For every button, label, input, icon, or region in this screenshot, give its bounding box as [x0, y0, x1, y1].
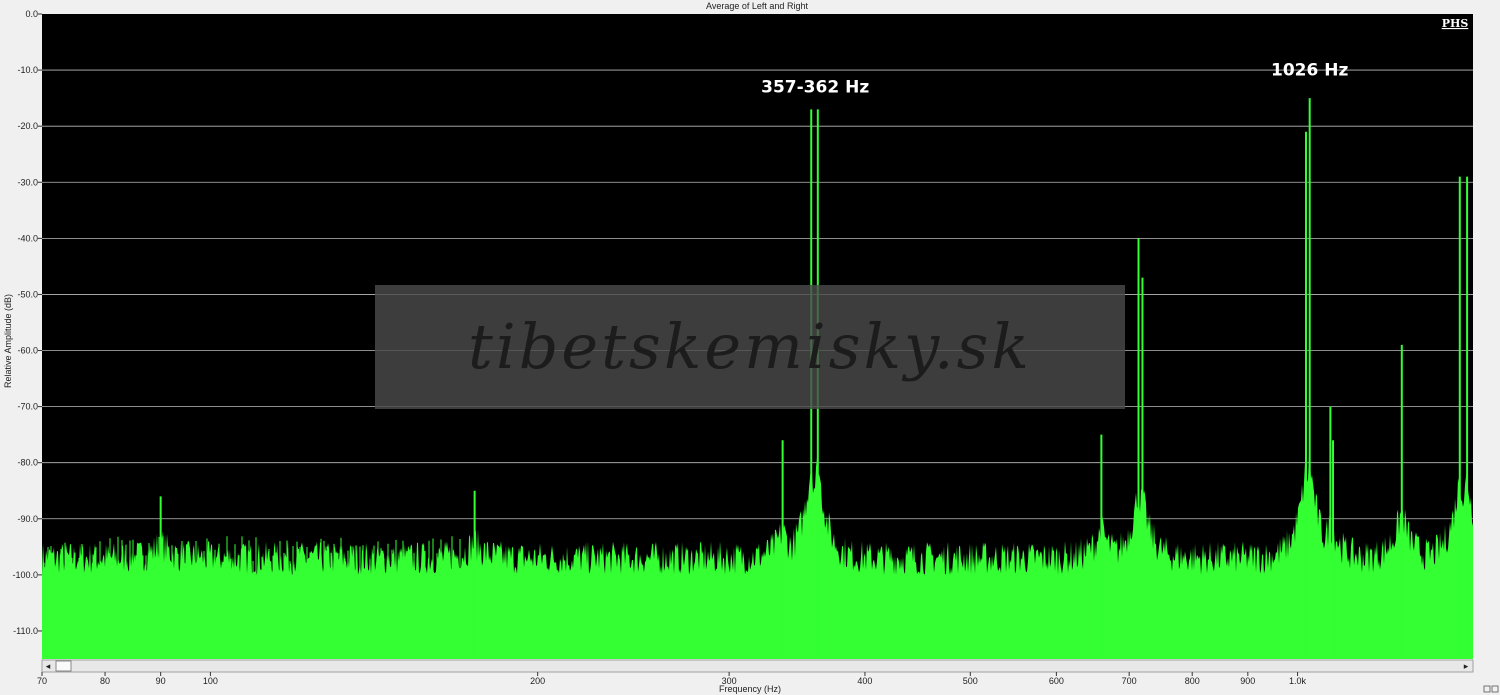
x-tick-label: 500: [963, 676, 978, 686]
y-tick-label: -70.0: [17, 402, 38, 412]
x-tick-label: 80: [100, 676, 110, 686]
y-tick-label: -80.0: [17, 458, 38, 468]
y-axis-title: Relative Amplitude (dB): [3, 294, 13, 388]
x-tick-label: 90: [156, 676, 166, 686]
x-tick-label: 1.0k: [1289, 676, 1307, 686]
y-axis-ticks: 0.0 -10.0 -20.0 -30.0 -40.0 -50.0 -60.0 -70.0 -8…: [12, 9, 42, 636]
y-tick-label: -90.0: [17, 514, 38, 524]
x-axis-title: Frequency (Hz): [719, 684, 781, 694]
x-tick-label: 100: [203, 676, 218, 686]
peak-annotation-label: 357-362 Hz: [761, 78, 869, 98]
y-tick-label: -30.0: [17, 177, 38, 187]
y-tick-label: -100.0: [12, 570, 38, 580]
y-tick-label: -50.0: [17, 289, 38, 299]
y-tick-label: -40.0: [17, 233, 38, 243]
y-tick-label: -60.0: [17, 346, 38, 356]
chart-title: Average of Left and Right: [706, 1, 808, 11]
x-tick-label: 800: [1185, 676, 1200, 686]
watermark: tibetskemisky.sk: [375, 285, 1125, 409]
peak-annotation-label: 1026 Hz: [1271, 61, 1348, 81]
x-tick-label: 70: [37, 676, 47, 686]
spectrum-chart: Average of Left and Right tibetskemisky.…: [3, 1, 1499, 694]
x-tick-label: 900: [1240, 676, 1255, 686]
phs-logo: PHS: [1442, 17, 1469, 30]
zoom-out-icon[interactable]: [1491, 685, 1499, 693]
x-tick-label: 700: [1122, 676, 1137, 686]
scroll-right-icon[interactable]: ▸: [1464, 661, 1469, 671]
y-tick-label: -110.0: [13, 626, 38, 636]
horizontal-scrollbar[interactable]: ◂ ▸: [41, 659, 1474, 673]
y-tick-label: -10.0: [17, 65, 38, 75]
scroll-left-icon[interactable]: ◂: [46, 661, 51, 671]
y-tick-label: -20.0: [17, 121, 38, 131]
x-tick-label: 600: [1049, 676, 1064, 686]
zoom-in-icon[interactable]: [1483, 685, 1491, 693]
y-tick-label: 0.0: [25, 9, 38, 19]
zoom-controls[interactable]: [1483, 685, 1499, 693]
watermark-text: tibetskemisky.sk: [468, 310, 1032, 383]
x-tick-label: 400: [857, 676, 872, 686]
x-axis-ticks: 70 80 90 100 200 300 400 500 600 700 800 900 1.0k: [37, 672, 1307, 686]
x-tick-label: 200: [530, 676, 545, 686]
scrollbar-thumb[interactable]: [55, 660, 72, 672]
